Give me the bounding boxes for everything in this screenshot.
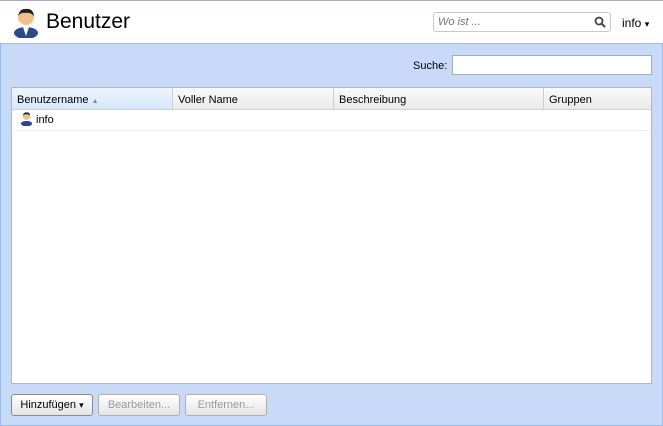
- add-button[interactable]: Hinzufügen ▾: [11, 394, 93, 416]
- column-description[interactable]: Beschreibung: [334, 88, 544, 109]
- column-label: Voller Name: [178, 94, 238, 106]
- table-row[interactable]: info: [12, 110, 651, 131]
- sort-asc-icon: ▲: [91, 98, 99, 105]
- username-cell: info: [36, 114, 54, 126]
- page-title: Benutzer: [46, 10, 131, 33]
- where-is-input[interactable]: [434, 13, 584, 31]
- search-icon[interactable]: [594, 16, 606, 31]
- column-label: Benutzername: [17, 94, 89, 106]
- chevron-down-icon[interactable]: ▾: [79, 400, 84, 410]
- user-icon: [12, 6, 40, 41]
- column-label: Beschreibung: [339, 94, 407, 106]
- remove-button[interactable]: Entfernen...: [185, 394, 267, 416]
- where-is-search[interactable]: [433, 12, 611, 32]
- column-full-name[interactable]: Voller Name: [173, 88, 334, 109]
- user-menu-label: info: [622, 16, 642, 30]
- chevron-down-icon: ▾: [644, 19, 650, 29]
- search-label: Suche:: [413, 60, 448, 72]
- search-input[interactable]: [452, 55, 652, 75]
- edit-button[interactable]: Bearbeiten...: [98, 394, 180, 416]
- column-label: Gruppen: [549, 94, 592, 106]
- grid-header: Benutzername ▲ Voller Name Beschreibung …: [12, 88, 651, 110]
- users-grid: Benutzername ▲ Voller Name Beschreibung …: [11, 87, 652, 384]
- user-menu[interactable]: info ▾: [622, 16, 649, 30]
- user-icon: [20, 111, 33, 129]
- app-header: Benutzer info ▾: [0, 0, 663, 44]
- column-groups[interactable]: Gruppen: [544, 88, 651, 109]
- add-label: Hinzufügen: [20, 399, 77, 411]
- column-username[interactable]: Benutzername ▲: [12, 88, 173, 109]
